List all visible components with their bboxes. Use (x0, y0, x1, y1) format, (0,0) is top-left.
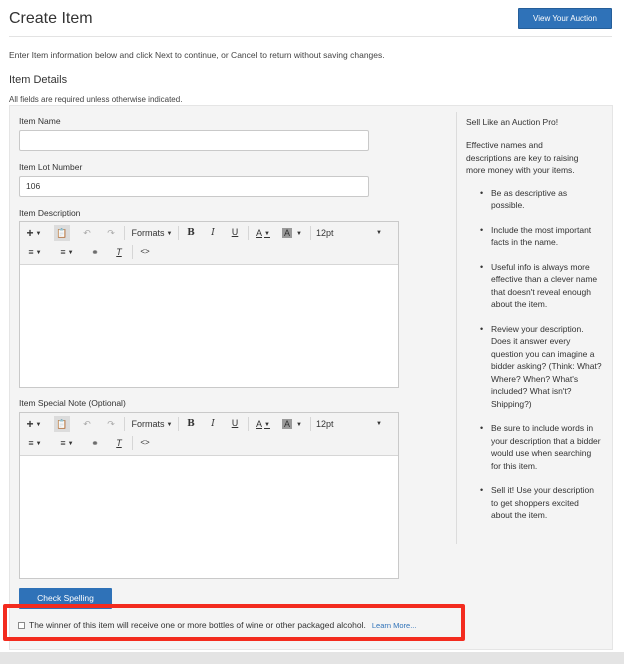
view-auction-button[interactable]: View Your Auction (518, 8, 612, 29)
toolbar-separator (132, 436, 133, 450)
background-color-icon[interactable]: A ▼ (282, 225, 304, 241)
toolbar-separator (178, 417, 179, 431)
numbered-list-icon[interactable]: ≡ ▼ (56, 244, 78, 260)
toolbar-separator (124, 417, 125, 431)
toolbar-separator (248, 417, 249, 431)
bold-icon[interactable]: B (184, 225, 198, 241)
text-color-icon[interactable]: A ▼ (252, 225, 274, 241)
toolbar-separator (248, 226, 249, 240)
text-color-icon[interactable]: A ▼ (252, 416, 274, 432)
formats-label: Formats (131, 228, 165, 238)
section-title: Item Details (9, 74, 68, 86)
title-divider (9, 36, 612, 37)
toolbar-separator (178, 226, 179, 240)
font-size-dropdown[interactable]: 12pt ▼ (316, 416, 382, 432)
redo-icon[interactable]: ↷ (104, 416, 118, 432)
tips-list: Be as descriptive as possible. Include t… (466, 187, 606, 522)
toolbar-separator (124, 226, 125, 240)
alcohol-checkbox[interactable] (18, 621, 25, 629)
sidebar-intro: Effective names and descriptions are key… (466, 140, 579, 175)
footer-bar (0, 652, 624, 664)
clear-formatting-icon[interactable]: T (112, 435, 126, 451)
special-note-label: Item Special Note (Optional) (19, 398, 126, 408)
tip-item: Useful info is always more effective tha… (466, 261, 602, 311)
plus-icon[interactable]: + ▼ (24, 225, 44, 241)
item-description-label: Item Description (19, 208, 81, 218)
tip-item: Include the most important facts in the … (466, 224, 602, 249)
undo-icon[interactable]: ↶ (80, 225, 94, 241)
bullet-list-icon[interactable]: ≡ ▼ (24, 435, 46, 451)
required-note: All fields are required unless otherwise… (9, 95, 183, 104)
font-size-value: 12pt (316, 419, 334, 429)
editor-toolbar: + ▼ 📋 ↶ ↷ Formats ▼ B I U A ▼ A ▼ 12pt ▼ ≡ ▼ ≡… (20, 413, 398, 456)
formats-label: Formats (131, 419, 165, 429)
clear-formatting-icon[interactable]: T (112, 244, 126, 260)
formats-dropdown[interactable]: Formats ▼ (130, 225, 174, 241)
underline-icon[interactable]: U (228, 416, 242, 432)
font-size-dropdown[interactable]: 12pt ▼ (316, 225, 382, 241)
page-title: Create Item (9, 10, 93, 27)
undo-icon[interactable]: ↶ (80, 416, 94, 432)
tips-sidebar: Sell Like an Auction Pro! Effective name… (456, 112, 606, 544)
item-name-label: Item Name (19, 116, 61, 126)
formats-dropdown[interactable]: Formats ▼ (130, 416, 174, 432)
item-description-textarea[interactable] (20, 265, 398, 387)
special-note-textarea[interactable] (20, 456, 398, 578)
learn-more-link[interactable]: Learn More... (372, 621, 417, 630)
bullet-list-icon[interactable]: ≡ ▼ (24, 244, 46, 260)
tip-item: Sell it! Use your description to get sho… (466, 484, 602, 522)
plus-icon[interactable]: + ▼ (24, 416, 44, 432)
toolbar-separator (310, 417, 311, 431)
editor-toolbar: + ▼ 📋 ↶ ↷ Formats ▼ B I U A ▼ A ▼ 12pt ▼ ≡ ▼ ≡… (20, 222, 398, 265)
special-note-editor: + ▼ 📋 ↶ ↷ Formats ▼ B I U A ▼ A ▼ 12pt ▼ ≡ ▼ ≡… (19, 412, 399, 579)
bold-icon[interactable]: B (184, 416, 198, 432)
source-code-icon[interactable]: <> (138, 435, 152, 451)
tip-item: Review your description. Does it answer … (466, 323, 602, 411)
redo-icon[interactable]: ↷ (104, 225, 118, 241)
unlink-icon[interactable]: ⚭ (88, 244, 102, 260)
paste-icon[interactable]: 📋 (54, 225, 70, 241)
underline-icon[interactable]: U (228, 225, 242, 241)
italic-icon[interactable]: I (206, 416, 220, 432)
alcohol-checkbox-row: The winner of this item will receive one… (18, 620, 416, 630)
alcohol-checkbox-label: The winner of this item will receive one… (29, 620, 366, 630)
intro-text: Enter Item information below and click N… (9, 50, 385, 60)
sidebar-heading: Sell Like an Auction Pro! (466, 117, 559, 127)
item-description-editor: + ▼ 📋 ↶ ↷ Formats ▼ B I U A ▼ A ▼ 12pt ▼ ≡ ▼ ≡… (19, 221, 399, 388)
tip-item: Be sure to include words in your descrip… (466, 422, 602, 472)
tip-item: Be as descriptive as possible. (466, 187, 602, 212)
background-color-icon[interactable]: A ▼ (282, 416, 304, 432)
italic-icon[interactable]: I (206, 225, 220, 241)
item-name-input[interactable] (19, 130, 369, 151)
toolbar-separator (132, 245, 133, 259)
paste-icon[interactable]: 📋 (54, 416, 70, 432)
source-code-icon[interactable]: <> (138, 244, 152, 260)
font-size-value: 12pt (316, 228, 334, 238)
toolbar-separator (310, 226, 311, 240)
unlink-icon[interactable]: ⚭ (88, 435, 102, 451)
lot-number-label: Item Lot Number (19, 162, 83, 172)
numbered-list-icon[interactable]: ≡ ▼ (56, 435, 78, 451)
lot-number-input[interactable]: 106 (19, 176, 369, 197)
